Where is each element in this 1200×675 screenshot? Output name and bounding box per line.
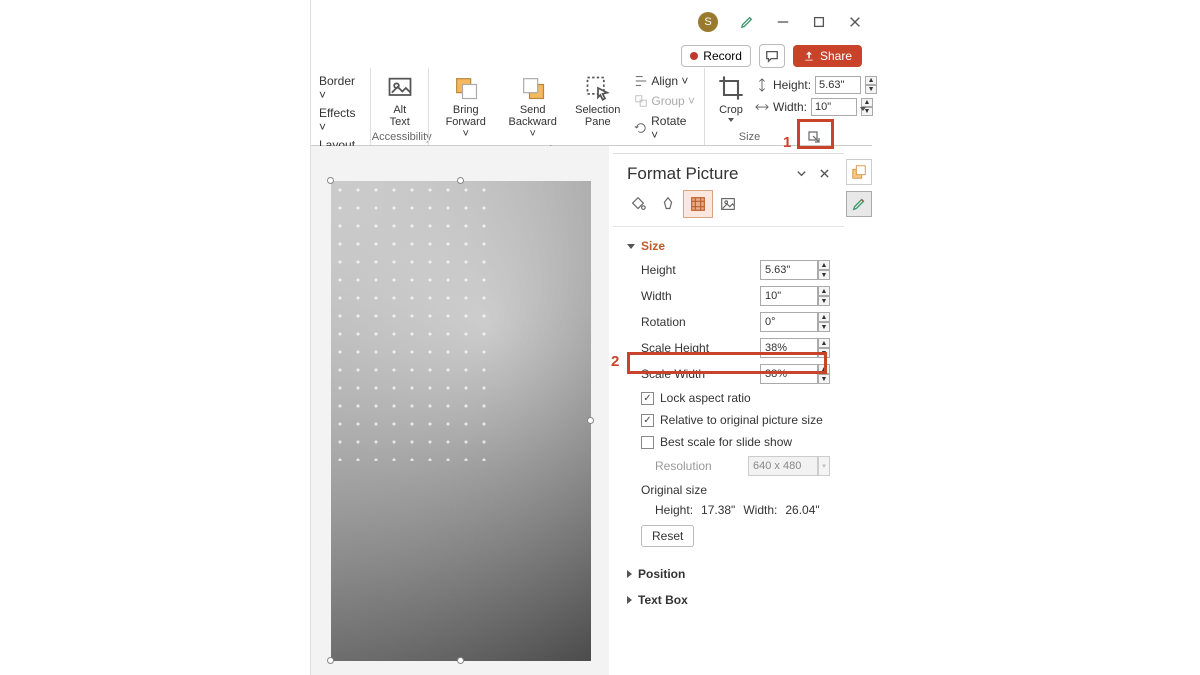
width-label: Width <box>641 289 672 303</box>
dot-pattern-overlay <box>331 181 491 461</box>
share-button[interactable]: Share <box>793 45 862 67</box>
resolution-select: 640 x 480 <box>748 456 818 476</box>
side-tab-format[interactable] <box>846 191 872 217</box>
width-label: Width: <box>773 100 807 114</box>
orig-width-label: Width: <box>743 503 777 517</box>
bring-forward-button[interactable]: Bring Forward ˅ <box>435 72 496 142</box>
crop-icon <box>717 74 745 102</box>
relative-original-row[interactable]: ✓ Relative to original picture size <box>627 409 830 431</box>
record-dot-icon <box>690 52 698 60</box>
resolution-label: Resolution <box>641 459 712 473</box>
tab-fill-icon[interactable] <box>623 190 653 218</box>
width-value[interactable]: 10" <box>811 98 857 116</box>
resize-handle[interactable] <box>587 417 594 424</box>
annotation-label-2: 2 <box>611 353 619 370</box>
comments-button[interactable] <box>759 44 785 68</box>
best-scale-row[interactable]: Best scale for slide show <box>627 431 830 453</box>
width-spinner[interactable]: ▲▼ <box>818 286 830 306</box>
reset-button[interactable]: Reset <box>641 525 694 547</box>
tab-effects-icon[interactable] <box>653 190 683 218</box>
format-picture-panel: Format Picture Size Height 5.63" ▲▼ <box>613 153 844 675</box>
panel-title: Format Picture <box>627 164 738 184</box>
resize-handle[interactable] <box>327 177 334 184</box>
side-panel-tabs <box>846 153 872 217</box>
best-scale-checkbox[interactable] <box>641 436 654 449</box>
orig-height-value: 17.38" <box>701 503 735 517</box>
tab-picture-icon[interactable] <box>713 190 743 218</box>
crop-button[interactable]: Crop <box>711 72 751 124</box>
resize-handle[interactable] <box>457 657 464 664</box>
selection-pane-label: Selection Pane <box>575 104 620 128</box>
close-icon[interactable] <box>848 15 862 29</box>
share-label: Share <box>820 49 852 63</box>
tab-size-icon[interactable] <box>683 190 713 218</box>
orig-height-label: Height: <box>655 503 693 517</box>
app-window: S Record Share Border ˅ <box>310 0 872 675</box>
height-spinner[interactable]: ▲▼ <box>818 260 830 280</box>
send-backward-icon <box>519 74 547 102</box>
original-size-label: Original size <box>627 479 830 499</box>
alt-text-button[interactable]: Alt Text <box>377 72 422 130</box>
ribbon-collapse-icon[interactable] <box>860 107 866 111</box>
side-tab-shapes[interactable] <box>846 159 872 185</box>
record-label: Record <box>703 49 742 63</box>
textbox-section-header[interactable]: Text Box <box>627 587 830 613</box>
window-controls: S <box>698 12 862 32</box>
best-scale-label: Best scale for slide show <box>660 435 792 449</box>
crop-label: Crop <box>719 104 743 116</box>
panel-options-icon[interactable] <box>796 164 807 184</box>
panel-tabs <box>613 190 844 227</box>
lock-aspect-ratio-row[interactable]: ✓ Lock aspect ratio <box>627 387 830 409</box>
rotate-menu[interactable]: Rotate ˅ <box>632 112 698 144</box>
selected-picture[interactable] <box>331 181 591 661</box>
title-toolbar: Record Share <box>681 44 862 68</box>
annotation-box-1 <box>797 119 834 149</box>
alt-text-icon <box>386 74 414 102</box>
picture-border-menu[interactable]: Border ˅ <box>317 72 364 104</box>
expand-icon <box>627 570 632 578</box>
selection-pane-button[interactable]: Selection Pane <box>569 72 626 130</box>
user-avatar[interactable]: S <box>698 12 718 32</box>
slide-canvas[interactable] <box>311 146 609 675</box>
annotation-label-1: 1 <box>783 134 791 151</box>
resize-handle[interactable] <box>457 177 464 184</box>
maximize-icon[interactable] <box>812 15 826 29</box>
draw-mode-icon[interactable] <box>740 15 754 29</box>
annotation-box-2 <box>627 352 827 374</box>
group-menu: Group ˅ <box>632 92 698 110</box>
position-section-header[interactable]: Position <box>627 561 830 587</box>
alt-text-label: Alt Text <box>390 104 410 128</box>
rotation-input[interactable]: 0° <box>760 312 818 332</box>
chevron-down-icon <box>728 118 734 122</box>
relative-original-checkbox[interactable]: ✓ <box>641 414 654 427</box>
width-input[interactable]: 10" <box>760 286 818 306</box>
send-backward-label: Send Backward ˅ <box>504 104 561 140</box>
selection-pane-icon <box>584 74 612 102</box>
bring-forward-icon <box>452 74 480 102</box>
relative-original-label: Relative to original picture size <box>660 413 823 427</box>
send-backward-button[interactable]: Send Backward ˅ <box>498 72 567 142</box>
accessibility-group-label: Accessibility <box>377 131 422 145</box>
picture-effects-menu[interactable]: Effects ˅ <box>317 104 364 136</box>
rotation-label: Rotation <box>641 315 686 329</box>
expand-icon <box>627 244 635 249</box>
bring-forward-label: Bring Forward ˅ <box>441 104 490 140</box>
panel-close-icon[interactable] <box>819 164 830 184</box>
expand-icon <box>627 596 632 604</box>
minimize-icon[interactable] <box>776 15 790 29</box>
align-menu[interactable]: Align ˅ <box>632 72 698 90</box>
size-section-header[interactable]: Size <box>627 235 830 257</box>
height-label: Height: <box>773 78 811 92</box>
rotation-spinner[interactable]: ▲▼ <box>818 312 830 332</box>
record-button[interactable]: Record <box>681 45 751 67</box>
orig-width-value: 26.04" <box>785 503 819 517</box>
resize-handle[interactable] <box>327 657 334 664</box>
lock-aspect-checkbox[interactable]: ✓ <box>641 392 654 405</box>
height-label: Height <box>641 263 676 277</box>
lock-aspect-label: Lock aspect ratio <box>660 391 751 405</box>
height-input[interactable]: 5.63" <box>760 260 818 280</box>
